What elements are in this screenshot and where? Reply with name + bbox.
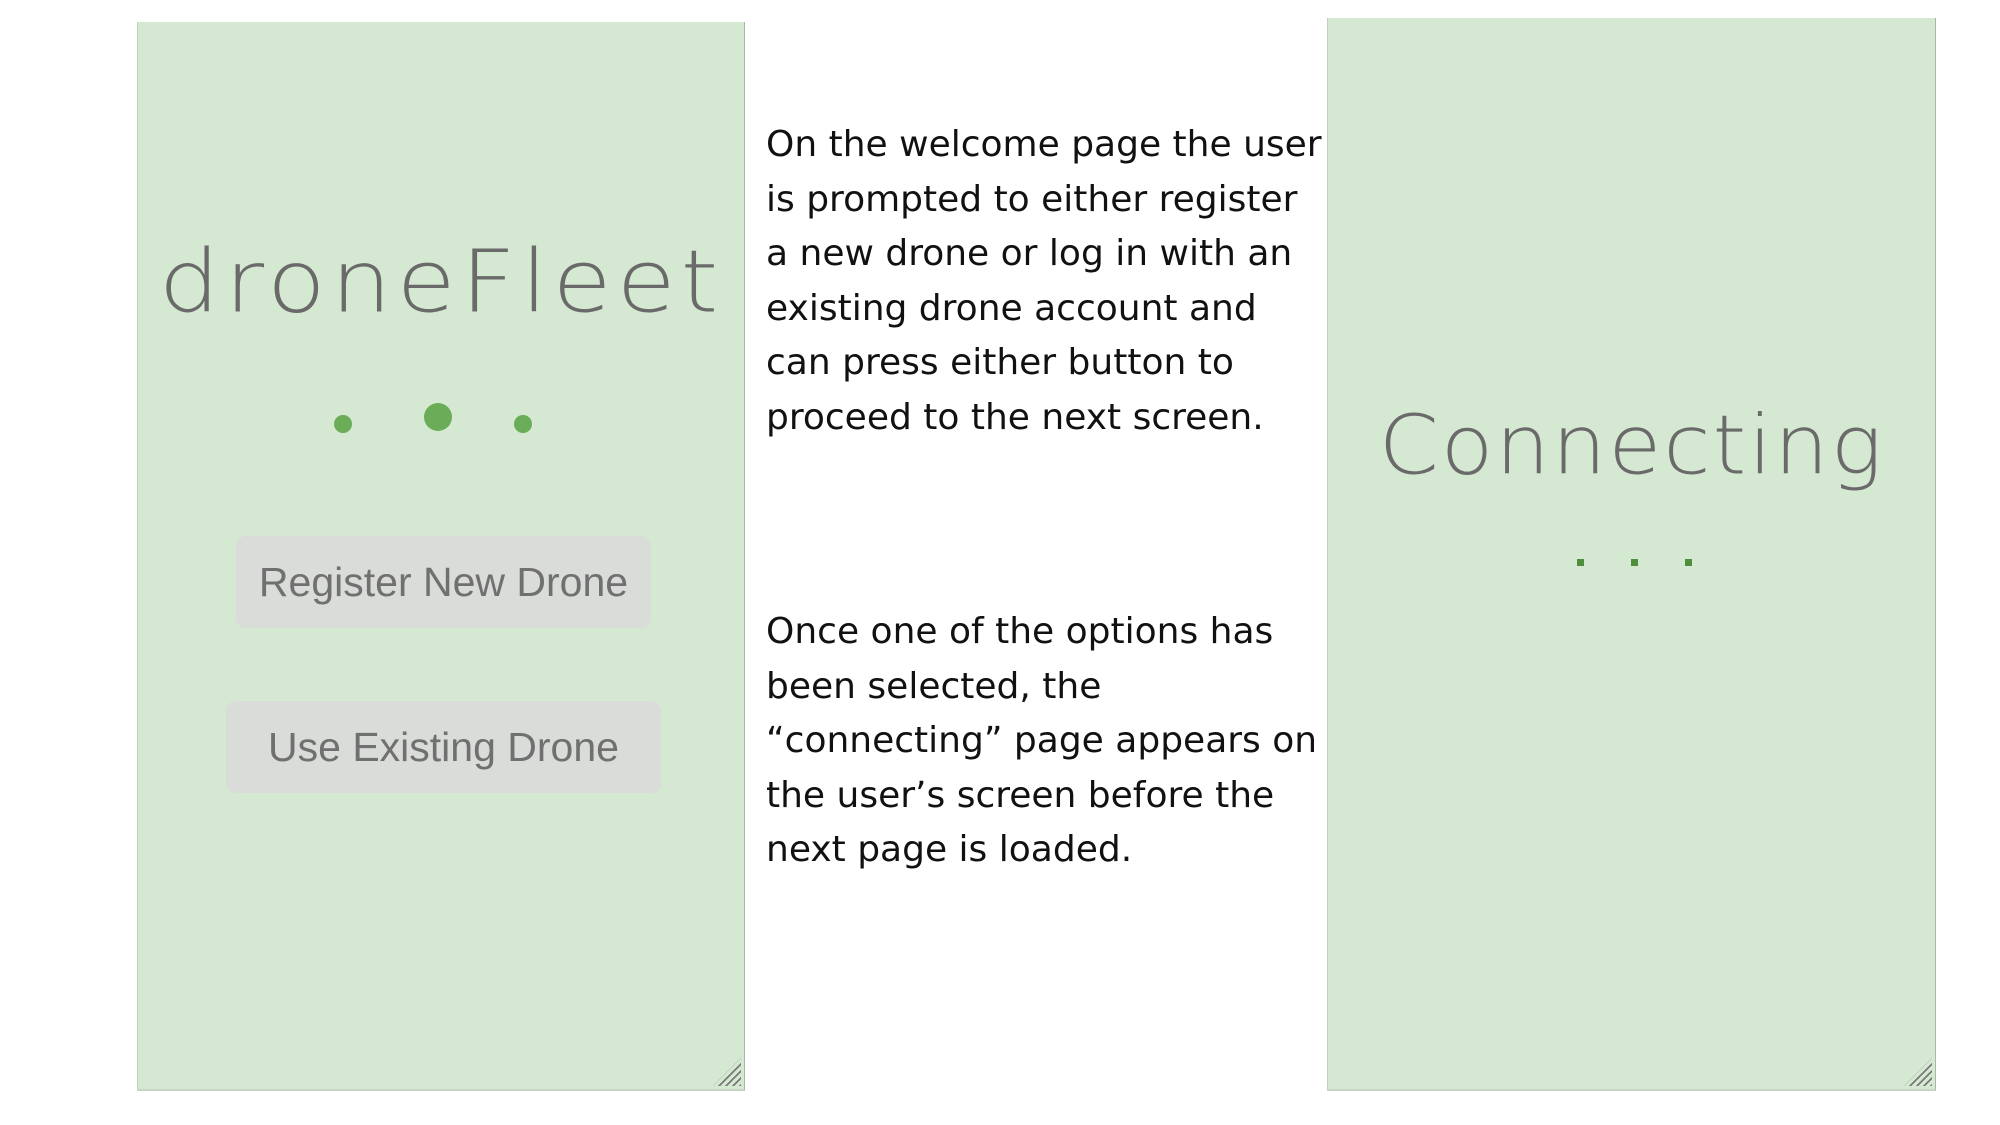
progress-dot-1 (1577, 559, 1584, 566)
loading-dot-small-right (514, 415, 532, 433)
connecting-page-description: Once one of the options has been selecte… (766, 611, 1318, 870)
loading-dot-large (424, 403, 452, 431)
progress-dot-3 (1685, 559, 1692, 566)
resize-grip-icon (713, 1058, 741, 1086)
connecting-title: Connecting (1378, 398, 1885, 494)
welcome-page-description: On the welcome page the user is prompted… (766, 124, 1322, 438)
app-title: droneFleet (158, 231, 724, 333)
use-existing-drone-button[interactable]: Use Existing Drone (226, 701, 661, 793)
progress-dot-2 (1631, 559, 1638, 566)
loading-dot-small-left (334, 415, 352, 433)
resize-grip-icon (1904, 1058, 1932, 1086)
connecting-screen: Connecting (1327, 18, 1936, 1091)
register-new-drone-button[interactable]: Register New Drone (236, 536, 651, 628)
welcome-screen: droneFleet Register New Drone Use Existi… (137, 22, 745, 1091)
